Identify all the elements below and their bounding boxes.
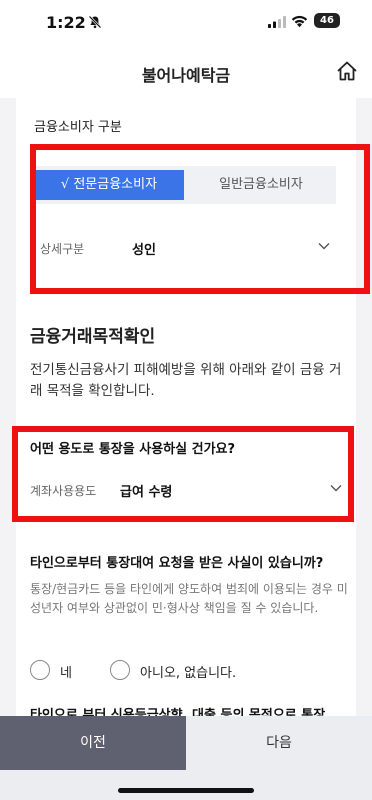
home-icon[interactable] [336, 60, 358, 82]
radio-no[interactable] [110, 660, 130, 680]
signal-icon [268, 16, 286, 28]
battery-indicator: 46 [314, 13, 340, 28]
purpose-card: 금융거래목적확인 전기통신금융사기 피해예방을 위해 아래와 같이 금융 거래 … [12, 308, 356, 716]
bell-slash-icon [88, 15, 102, 29]
radio-no-label[interactable]: 아니오, 없습니다. [140, 662, 236, 681]
radio-yes-label[interactable]: 네 [60, 662, 72, 681]
footer: 이전 다음 [0, 716, 372, 800]
highlight-frame [30, 144, 370, 294]
loan-request-question: 타인으로부터 통장대여 요청을 받은 사실이 있습니까? [30, 556, 324, 571]
status-time: 1:22 [46, 13, 86, 32]
prev-button[interactable]: 이전 [0, 716, 186, 770]
consumer-category-label: 금융소비자 구분 [34, 120, 122, 135]
credit-upgrade-question: 타인으로 부터 신용등급상향, 대출 등의 목적으로 통장 [30, 708, 326, 716]
header: 불어나예탁금 [0, 44, 372, 98]
form-content[interactable]: 금융소비자 구분 √ 전문금융소비자 일반금융소비자 상세구분 성인 금융거래목… [0, 98, 372, 716]
loan-request-description: 통장/현금카드 등을 타인에게 양도하여 범죄에 이용되는 경우 미성년자 여부… [30, 582, 348, 615]
loan-request-radio-group: 네 아니오, 없습니다. [30, 658, 350, 682]
page-title: 불어나예탁금 [141, 66, 231, 85]
home-indicator[interactable] [118, 788, 254, 793]
highlight-frame [12, 426, 354, 522]
consumer-category-card: 금융소비자 구분 √ 전문금융소비자 일반금융소비자 상세구분 성인 [16, 98, 370, 308]
section-title: 금융거래목적확인 [30, 327, 156, 347]
status-bar: 1:22 46 [0, 0, 372, 44]
footer-pad [0, 770, 372, 800]
next-button[interactable]: 다음 [186, 716, 372, 770]
section-description: 전기통신금융사기 피해예방을 위해 아래와 같이 금융 거래 목적을 확인합니다… [30, 362, 342, 399]
radio-yes[interactable] [30, 660, 50, 680]
wifi-icon [291, 15, 308, 28]
